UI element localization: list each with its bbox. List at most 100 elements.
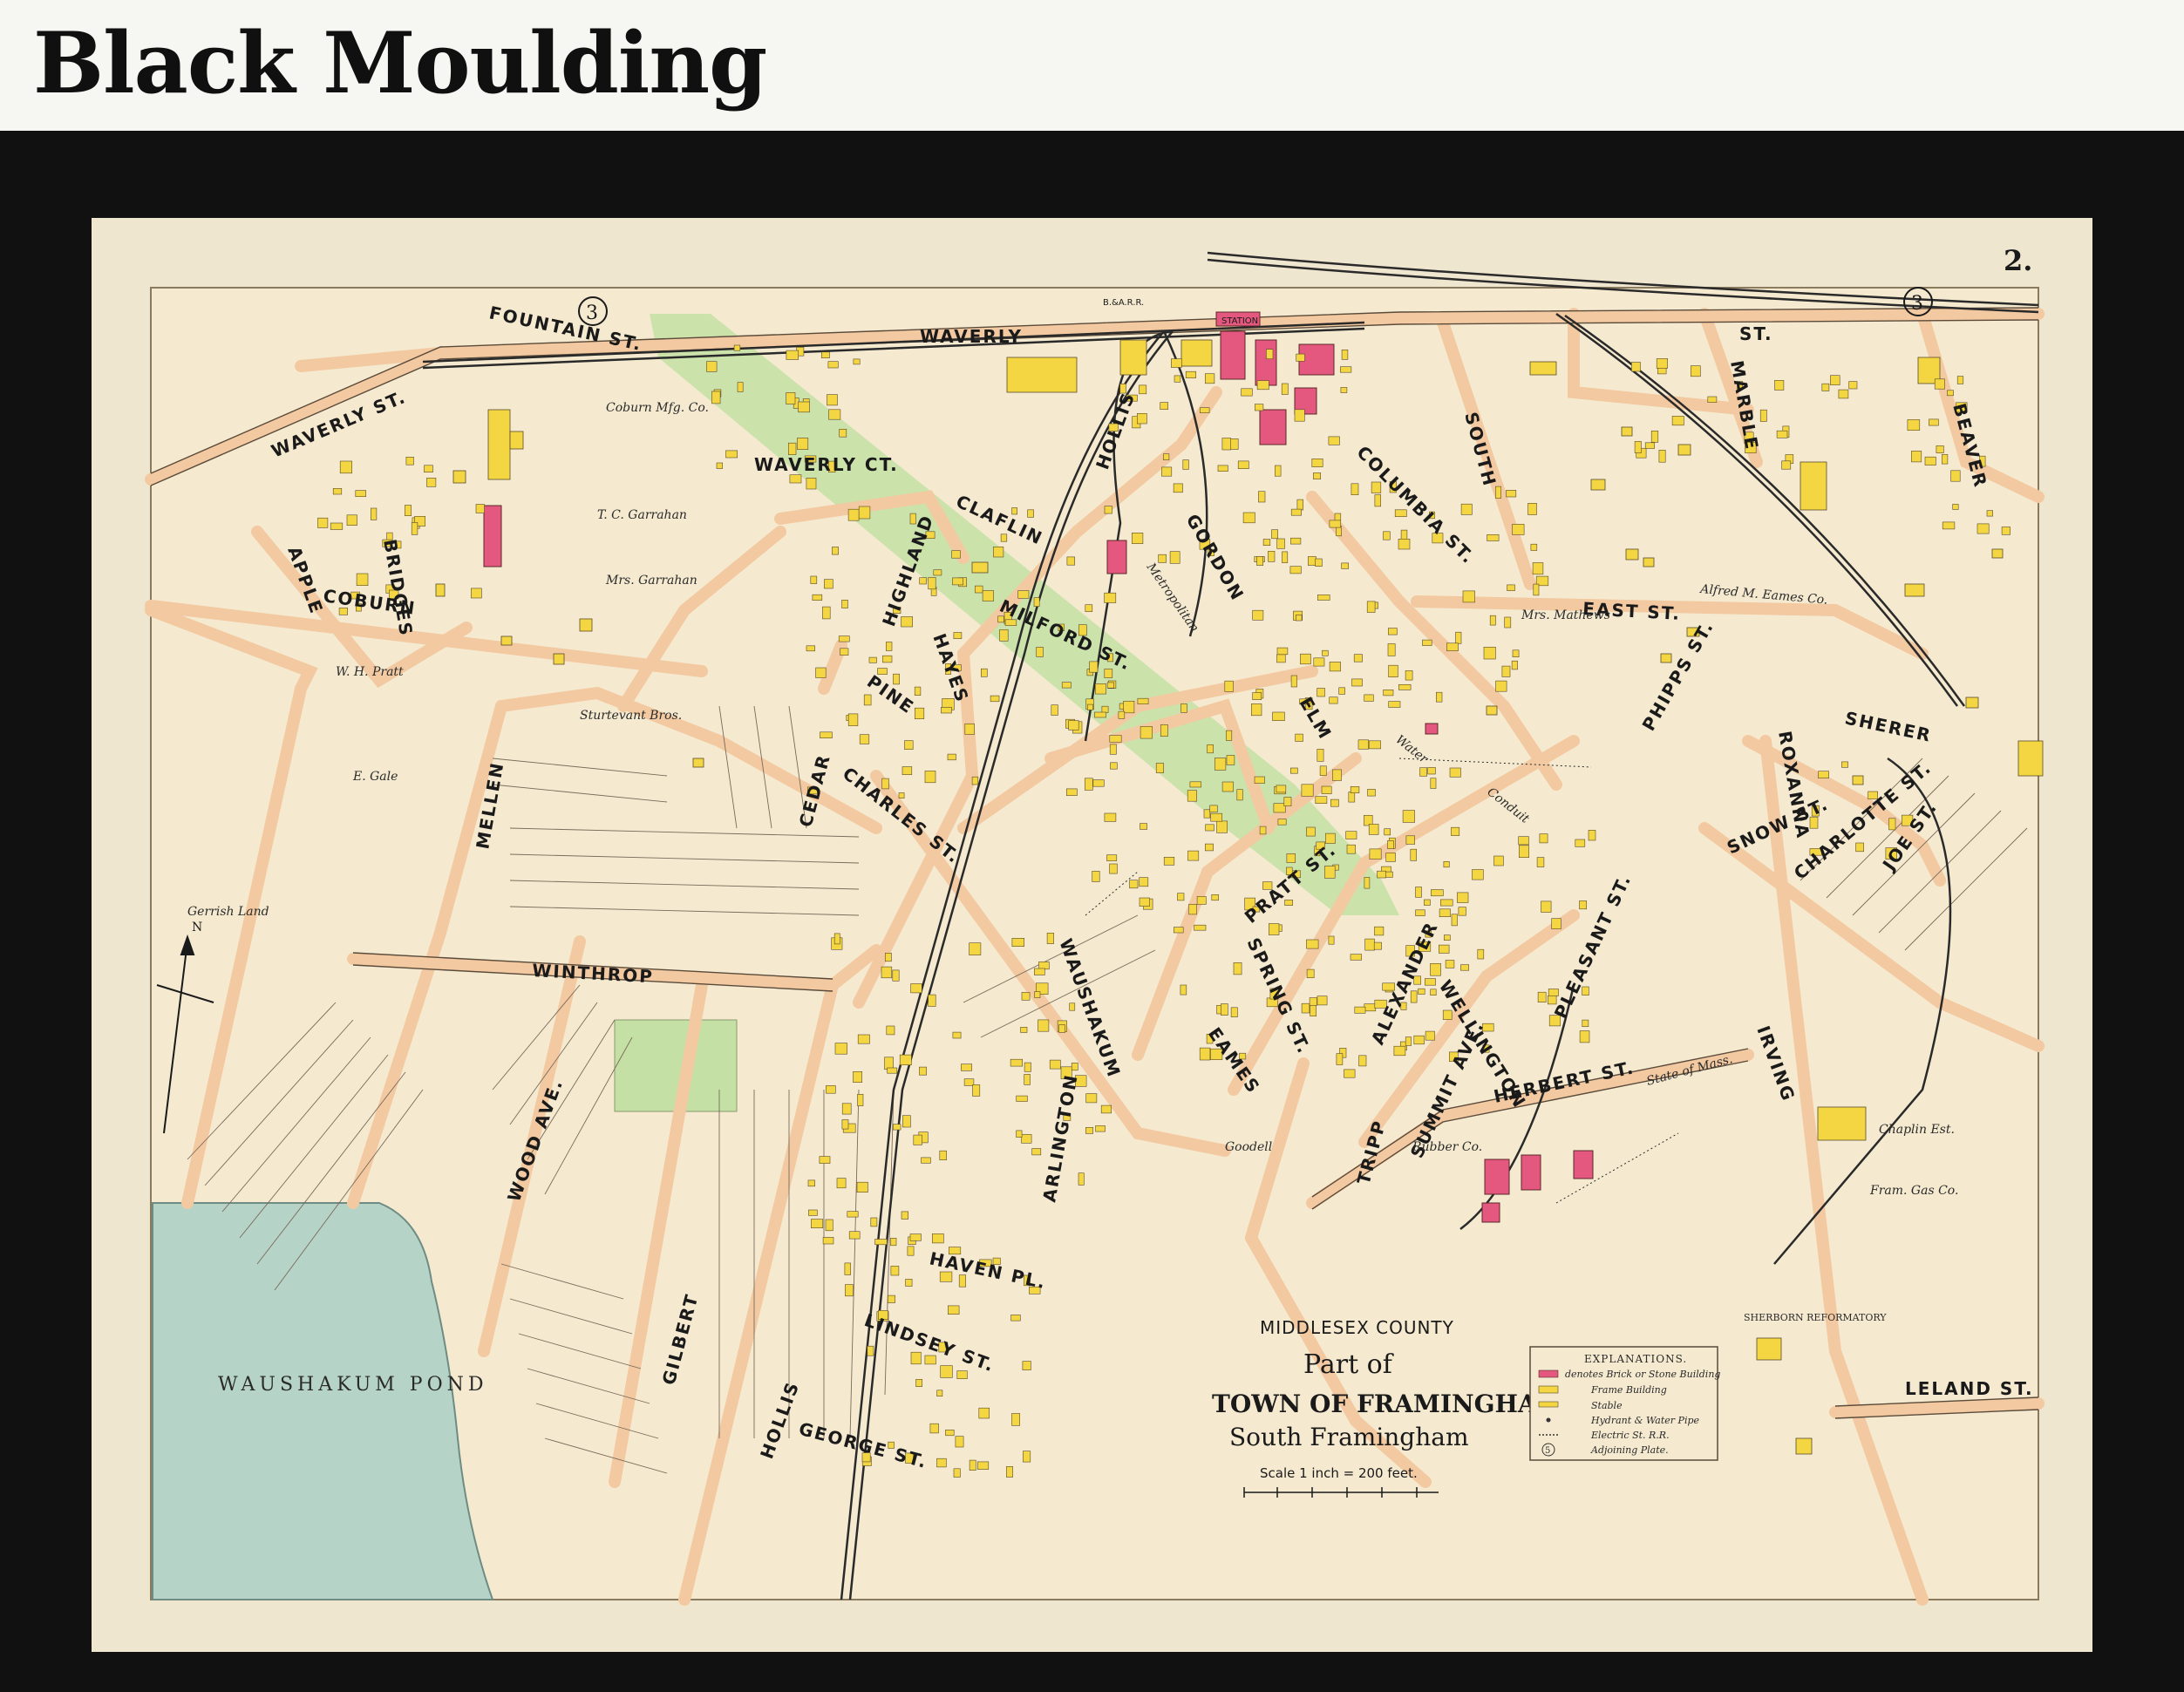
frame-building [910, 983, 922, 994]
frame-building [1066, 788, 1078, 796]
frame-building [1276, 647, 1289, 656]
area-label: W. H. Pratt [336, 665, 404, 679]
frame-building [806, 478, 817, 490]
frame-building [1351, 678, 1363, 687]
frame-building [1402, 810, 1415, 823]
frame-building [1506, 489, 1517, 498]
part-of-label: Part of [1303, 1349, 1394, 1380]
frame-building [936, 1390, 943, 1397]
frame-building [1296, 615, 1303, 622]
frame-building [1319, 765, 1327, 776]
frame-building [1024, 1062, 1031, 1072]
moulding-title: Black Moulding [33, 14, 767, 112]
frame-building [964, 723, 975, 735]
frame-building [845, 1284, 854, 1297]
frame-building [939, 1271, 953, 1282]
town-label: TOWN OF FRAMINGHAM [1212, 1390, 1564, 1418]
frame-building [898, 792, 905, 798]
frame-building [881, 966, 893, 979]
frame-building [841, 599, 848, 608]
frame-building [1256, 556, 1263, 566]
frame-building [1255, 404, 1264, 411]
frame-building [1512, 523, 1525, 535]
frame-building [1436, 691, 1443, 703]
frame-building [978, 1407, 990, 1419]
frame-building [901, 766, 913, 775]
frame-building [1085, 1127, 1094, 1134]
frame-building [1439, 944, 1450, 954]
frame-building [1211, 894, 1219, 901]
frame-building [1194, 924, 1207, 931]
frame-building [1425, 978, 1436, 986]
frame-building [1398, 538, 1411, 550]
frame-building [947, 1305, 960, 1315]
frame-building [1058, 1024, 1065, 1033]
frame-building [1387, 840, 1394, 849]
frame-building [1455, 631, 1462, 644]
frame-building [1109, 735, 1122, 743]
frame-building [1324, 866, 1336, 879]
frame-building [929, 1423, 939, 1434]
frame-building [1066, 556, 1076, 566]
frame-building [1094, 711, 1107, 718]
frame-building [904, 740, 914, 750]
frame-building [1049, 1059, 1061, 1070]
frame-building [1451, 826, 1460, 836]
frame-building [1431, 889, 1444, 897]
frame-building [1936, 445, 1944, 453]
frame-building [716, 462, 723, 469]
frame-building [1707, 396, 1718, 403]
frame-building [1588, 830, 1596, 841]
frame-building [1424, 899, 1431, 906]
frame-building [1537, 991, 1547, 1003]
frame-building [1329, 520, 1342, 528]
frame-building [1383, 689, 1394, 697]
frame-building [836, 1178, 847, 1189]
frame-building [1024, 1074, 1031, 1085]
frame-building [1504, 616, 1512, 629]
frame-building [974, 585, 983, 594]
frame-building [1301, 784, 1314, 797]
frame-building [1089, 661, 1099, 673]
frame-building [1027, 509, 1034, 518]
frame-building [1477, 948, 1485, 960]
frame-building [787, 442, 797, 455]
frame-building [1187, 850, 1200, 861]
frame-building [1282, 551, 1289, 563]
park-area [614, 1019, 738, 1112]
frame-building [1277, 819, 1287, 826]
frame-building [1023, 1451, 1031, 1463]
frame-building [856, 1181, 868, 1193]
frame-building [1068, 720, 1079, 730]
frame-building [1472, 869, 1484, 880]
plate-number: 2. [2004, 244, 2032, 277]
frame-building [1385, 853, 1396, 862]
frame-building [1317, 688, 1325, 697]
frame-building [952, 1031, 962, 1039]
frame-building [411, 522, 418, 535]
frame-building [1180, 984, 1187, 995]
frame-building [1177, 893, 1185, 901]
frame-building [1357, 739, 1369, 750]
frame-building [1200, 407, 1210, 413]
frame-building [1493, 855, 1504, 866]
frame-building [928, 994, 936, 1007]
frame-building [1582, 1019, 1589, 1027]
frame-building [1388, 664, 1398, 678]
frame-building [1451, 914, 1458, 927]
frame-building [1296, 499, 1304, 511]
frame-building [960, 1063, 972, 1071]
frame-building [858, 506, 871, 520]
frame-building [887, 1294, 895, 1303]
frame-building [1781, 460, 1792, 470]
frame-building [1038, 962, 1050, 970]
frame-building [1322, 649, 1329, 656]
frame-building [1174, 927, 1184, 934]
legend-plate-symbol: 5 [1545, 1446, 1550, 1456]
frame-building [1140, 823, 1147, 830]
frame-building [1226, 755, 1235, 765]
frame-building [1256, 380, 1269, 391]
frame-building [1313, 472, 1322, 479]
frame-building [1394, 509, 1407, 517]
frame-building [471, 588, 482, 599]
